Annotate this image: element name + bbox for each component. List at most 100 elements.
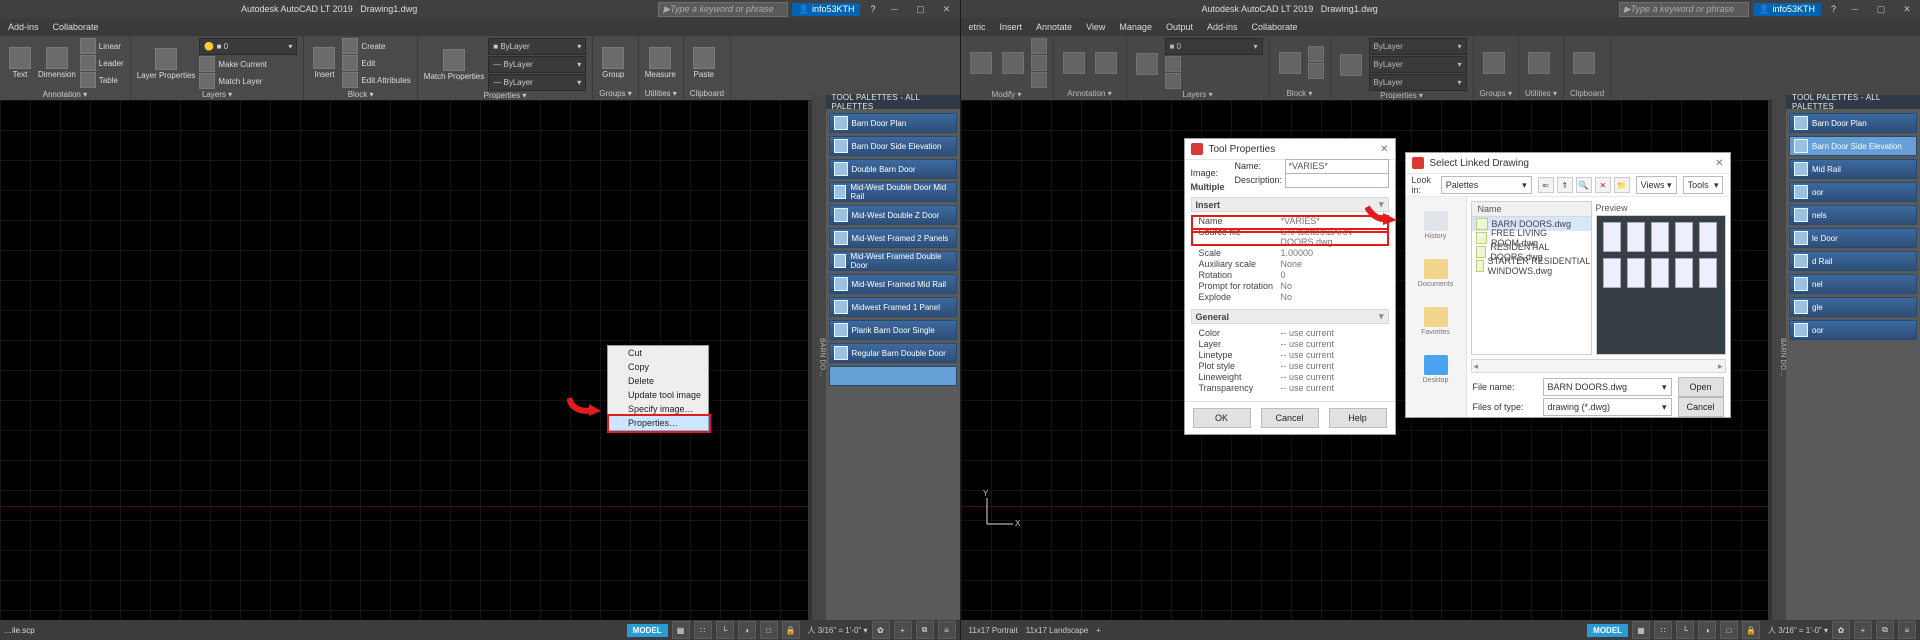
place-history[interactable]: History (1417, 207, 1455, 243)
ctx-cut[interactable]: Cut (608, 346, 708, 360)
palette-item[interactable]: Mid-West Double Z Door (829, 205, 957, 225)
tab-collab[interactable]: Collaborate (53, 22, 99, 32)
lookin-dropdown[interactable]: Palettes▾ (1441, 176, 1532, 194)
match-properties-button[interactable]: Match Properties (424, 44, 484, 86)
palette-item[interactable]: Mid-West Framed Double Door (829, 251, 957, 271)
prop-value[interactable]: -- use current (1281, 372, 1387, 382)
file-item[interactable]: STARTER RESIDENTIAL WINDOWS.dwg (1472, 259, 1591, 273)
prop-value[interactable]: None (1281, 259, 1387, 269)
filetype-dropdown[interactable]: drawing (*.dwg)▾ (1543, 398, 1672, 416)
palette-item[interactable]: gle (1789, 297, 1917, 317)
layer-dropdown[interactable]: 🟡 ■ 0▾ (199, 38, 297, 55)
help-icon[interactable]: ? (1831, 4, 1836, 14)
cancel-button[interactable]: Cancel (1261, 408, 1319, 428)
palette-item[interactable]: Mid-West Framed 2 Panels (829, 228, 957, 248)
palette-item[interactable]: oor (1789, 182, 1917, 202)
prop-value[interactable]: -- use current (1281, 361, 1387, 371)
color-dropdown[interactable]: ■ ByLayer▾ (488, 38, 586, 55)
insert-section[interactable]: Insert▾ (1191, 197, 1389, 212)
general-section[interactable]: General▾ (1191, 309, 1389, 324)
palette-item[interactable]: Plank Barn Door Single (829, 320, 957, 340)
close-icon[interactable]: ✕ (1715, 158, 1723, 169)
palette-item[interactable]: Double Barn Door (829, 159, 957, 179)
linear-button[interactable]: Linear (80, 38, 124, 54)
gear-icon[interactable]: ✿ (872, 621, 890, 639)
tab-addins[interactable]: Add-ins (8, 22, 39, 32)
palette-item[interactable]: Midwest Framed 1 Panel (829, 297, 957, 317)
palette-item[interactable]: Mid-West Framed Mid Rail (829, 274, 957, 294)
palette-item[interactable]: Barn Door Side Elevation (829, 136, 957, 156)
palette-item[interactable]: nels (1789, 205, 1917, 225)
snap-icon[interactable]: ∷ (694, 621, 712, 639)
prop-value[interactable]: -- use current (1281, 383, 1387, 393)
search-input[interactable]: ▶ Type a keyword or phrase (658, 2, 788, 17)
leader-button[interactable]: Leader (80, 55, 124, 71)
palette-item[interactable]: Barn Door Plan (829, 113, 957, 133)
newfolder-icon[interactable]: 📁 (1614, 177, 1630, 193)
delete-icon[interactable]: ✕ (1595, 177, 1611, 193)
palette-item[interactable]: oor (1789, 320, 1917, 340)
group-button[interactable]: Group (599, 42, 627, 84)
prop-value[interactable]: No (1281, 292, 1387, 302)
edit-button[interactable]: Edit (342, 55, 410, 71)
help-button[interactable]: Help (1329, 408, 1387, 428)
palette-item[interactable]: Mid-West Double Door Mid Rail (829, 182, 957, 202)
search-input[interactable]: ▶ Type a keyword or phrase (1619, 2, 1749, 17)
prop-value[interactable]: -- use current (1281, 350, 1387, 360)
up-icon[interactable]: ⇑ (1557, 177, 1573, 193)
prop-value[interactable]: -- use current (1281, 339, 1387, 349)
name-field[interactable]: *VARIES* (1285, 159, 1389, 174)
polar-icon[interactable]: ◑ (1698, 621, 1716, 639)
user-badge[interactable]: 👤 info53KTH (1753, 3, 1821, 16)
menu-icon[interactable]: ≡ (1898, 621, 1916, 639)
iso-icon[interactable]: ⧉ (916, 621, 934, 639)
filename-field[interactable]: BARN DOORS.dwg▾ (1543, 378, 1672, 396)
grid-icon[interactable]: ▦ (672, 621, 690, 639)
palette-item[interactable]: Regular Barn Double Door (829, 343, 957, 363)
iso-icon[interactable]: ⧉ (1876, 621, 1894, 639)
place-favorites[interactable]: Favorites (1417, 303, 1455, 339)
minimize-button[interactable]: ─ (1842, 0, 1868, 18)
open-button[interactable]: Open (1678, 377, 1724, 397)
layout-tab[interactable]: 11x17 Portrait (969, 626, 1018, 635)
hscroll[interactable]: ◂▸ (1471, 359, 1726, 373)
prop-value[interactable]: 0 (1281, 270, 1387, 280)
palette-item[interactable] (829, 366, 957, 386)
plus-icon[interactable]: + (1854, 621, 1872, 639)
palette-item[interactable]: Barn Door Plan (1789, 113, 1917, 133)
palette-side-tabs[interactable]: BARN DO… (812, 95, 826, 620)
close-icon[interactable]: ✕ (1380, 144, 1388, 155)
search-icon[interactable]: 🔍 (1576, 177, 1592, 193)
views-dropdown[interactable]: Views▾ (1636, 176, 1677, 194)
prop-value[interactable]: 1.00000 (1281, 248, 1387, 258)
linetype-dropdown[interactable]: — ByLayer▾ (488, 74, 586, 91)
palette-side-tabs[interactable]: BARN DO… (1772, 95, 1786, 620)
ctx-update[interactable]: Update tool image (608, 388, 708, 402)
layout-tab[interactable]: 11x17 Landscape (1026, 626, 1089, 635)
place-desktop[interactable]: Desktop (1417, 351, 1455, 387)
ctx-copy[interactable]: Copy (608, 360, 708, 374)
ortho-icon[interactable]: └ (716, 621, 734, 639)
snap-icon[interactable]: ∷ (1654, 621, 1672, 639)
close-button[interactable]: ✕ (934, 0, 960, 18)
lock-icon[interactable]: 🔒 (782, 621, 800, 639)
palette-item[interactable]: d Rail (1789, 251, 1917, 271)
polar-icon[interactable]: ◑ (738, 621, 756, 639)
ctx-properties[interactable]: Properties… (607, 415, 709, 431)
text-button[interactable]: Text (6, 42, 34, 84)
grid-icon[interactable]: ▦ (1632, 621, 1650, 639)
tools-dropdown[interactable]: Tools▾ (1683, 176, 1724, 194)
paste-button[interactable]: Paste (690, 42, 718, 84)
menu-icon[interactable]: ≡ (938, 621, 956, 639)
maximize-button[interactable]: ▢ (1868, 0, 1894, 18)
prop-value[interactable]: *VARIES* (1281, 216, 1387, 226)
make-current[interactable]: Make Current (199, 56, 297, 72)
dimension-button[interactable]: Dimension (38, 42, 76, 84)
close-button[interactable]: ✕ (1894, 0, 1920, 18)
prop-value[interactable]: C:\Palettes\BARN DOORS.dwg (1281, 227, 1387, 247)
palette-item[interactable]: Barn Door Side Elevation (1789, 136, 1917, 156)
palette-item[interactable]: nel (1789, 274, 1917, 294)
lock-icon[interactable]: 🔒 (1742, 621, 1760, 639)
model-button[interactable]: MODEL (627, 624, 668, 637)
maximize-button[interactable]: ▢ (908, 0, 934, 18)
